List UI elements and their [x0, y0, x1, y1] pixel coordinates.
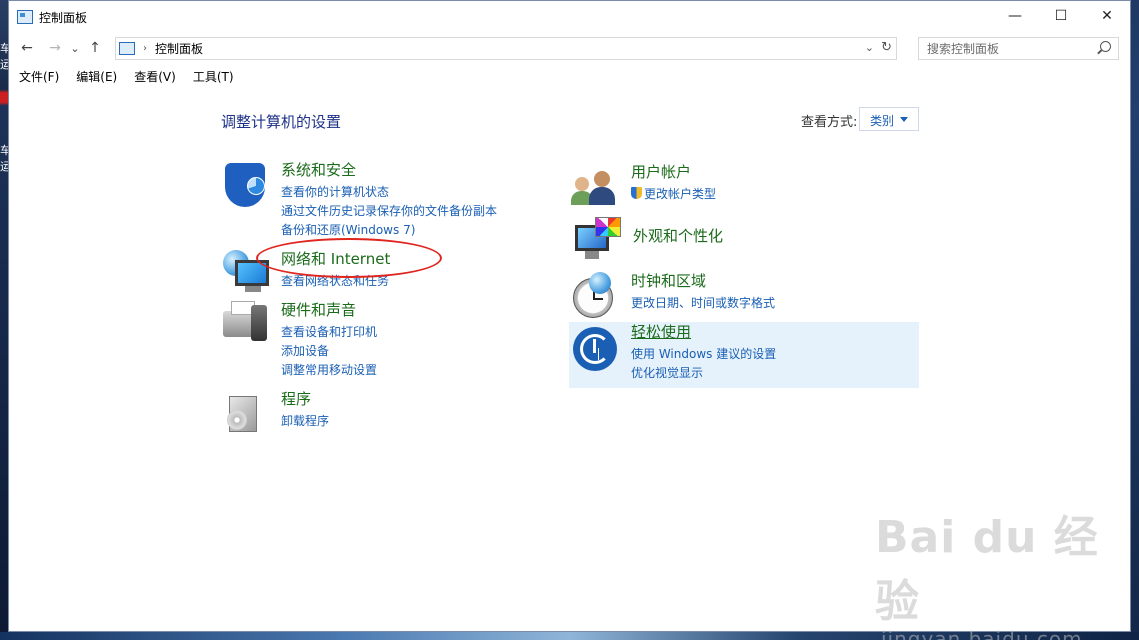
- link-file-history[interactable]: 通过文件历史记录保存你的文件备份副本: [281, 202, 497, 221]
- category-user-accounts: 用户帐户 更改帐户类型: [571, 163, 716, 213]
- minimize-button[interactable]: —: [992, 1, 1038, 31]
- category-title[interactable]: 轻松使用: [631, 323, 776, 342]
- clock-icon[interactable]: [571, 272, 621, 322]
- link-recommended-settings[interactable]: 使用 Windows 建议的设置: [631, 345, 776, 364]
- view-by-dropdown[interactable]: 类别: [859, 107, 919, 131]
- address-bar[interactable]: › 控制面板 ⌄ ↻: [115, 37, 897, 60]
- annotation-ellipse: [256, 238, 442, 278]
- link-mobility-settings[interactable]: 调整常用移动设置: [281, 361, 377, 380]
- programs-icon[interactable]: [221, 390, 271, 440]
- menu-view[interactable]: 查看(V): [134, 68, 176, 85]
- window-title: 控制面板: [39, 10, 88, 25]
- category-title[interactable]: 外观和个性化: [633, 227, 723, 246]
- category-ease-of-access: 轻松使用 使用 Windows 建议的设置 优化视觉显示: [571, 323, 776, 383]
- menu-tools[interactable]: 工具(T): [193, 68, 234, 85]
- watermark-brand: Bai du 经验: [875, 512, 1099, 627]
- control-panel-icon: [119, 42, 135, 55]
- watermark-url: jingyan.baidu.com: [881, 627, 1083, 640]
- recent-locations-button[interactable]: ⌄: [65, 42, 85, 55]
- baidu-watermark: Bai du 经验 jingyan.baidu.com: [875, 501, 1130, 640]
- category-title[interactable]: 程序: [281, 390, 329, 409]
- control-panel-window: 控制面板 — ☐ ✕ ← → ⌄ ↑ › 控制面板 ⌄ ↻ 文件(F) 编辑(E…: [8, 0, 1131, 640]
- link-date-time-format[interactable]: 更改日期、时间或数字格式: [631, 294, 775, 313]
- close-button[interactable]: ✕: [1084, 1, 1130, 31]
- search-box[interactable]: [918, 37, 1119, 60]
- link-optimize-display[interactable]: 优化视觉显示: [631, 364, 776, 383]
- back-button[interactable]: ←: [17, 40, 37, 56]
- category-title[interactable]: 用户帐户: [631, 163, 716, 182]
- address-dropdown-icon[interactable]: ⌄: [865, 41, 874, 54]
- page-title: 调整计算机的设置: [221, 113, 342, 131]
- category-clock-region: 时钟和区域 更改日期、时间或数字格式: [571, 272, 775, 322]
- search-icon[interactable]: [1100, 41, 1111, 52]
- refresh-icon[interactable]: ↻: [881, 40, 892, 55]
- menu-bar: 文件(F) 编辑(E) 查看(V) 工具(T): [9, 63, 1130, 89]
- ease-of-access-icon[interactable]: [571, 323, 621, 373]
- category-title[interactable]: 硬件和声音: [281, 301, 377, 320]
- uac-shield-icon: [631, 187, 642, 199]
- link-backup-restore[interactable]: 备份和还原(Windows 7): [281, 221, 497, 240]
- link-view-computer-status[interactable]: 查看你的计算机状态: [281, 183, 497, 202]
- category-appearance: 外观和个性化: [573, 217, 723, 267]
- window-controls: — ☐ ✕: [992, 1, 1130, 31]
- search-input[interactable]: [927, 41, 1097, 56]
- link-change-account-type[interactable]: 更改帐户类型: [631, 185, 716, 204]
- breadcrumb-separator-icon[interactable]: ›: [143, 43, 147, 54]
- shield-icon[interactable]: [221, 161, 271, 211]
- appearance-icon[interactable]: [573, 217, 623, 267]
- up-button[interactable]: ↑: [85, 40, 105, 56]
- category-programs: 程序 卸载程序: [221, 390, 329, 440]
- link-uninstall-program[interactable]: 卸载程序: [281, 412, 329, 431]
- forward-button[interactable]: →: [45, 40, 65, 56]
- menu-edit[interactable]: 编辑(E): [76, 68, 117, 85]
- title-bar: 控制面板 — ☐ ✕: [9, 1, 1130, 33]
- printer-icon[interactable]: [221, 301, 271, 351]
- address-row: ← → ⌄ ↑ › 控制面板 ⌄ ↻: [9, 33, 1130, 63]
- view-by-label: 查看方式:: [801, 115, 858, 130]
- category-hardware-sound: 硬件和声音 查看设备和打印机 添加设备 调整常用移动设置: [221, 301, 377, 380]
- category-system-security: 系统和安全 查看你的计算机状态 通过文件历史记录保存你的文件备份副本 备份和还原…: [221, 161, 497, 240]
- breadcrumb-control-panel[interactable]: 控制面板: [155, 40, 203, 57]
- link-add-device[interactable]: 添加设备: [281, 342, 377, 361]
- menu-file[interactable]: 文件(F): [19, 68, 59, 85]
- category-title[interactable]: 时钟和区域: [631, 272, 775, 291]
- category-title[interactable]: 系统和安全: [281, 161, 497, 180]
- link-devices-printers[interactable]: 查看设备和打印机: [281, 323, 377, 342]
- control-panel-icon: [17, 10, 33, 24]
- maximize-button[interactable]: ☐: [1038, 1, 1084, 31]
- users-icon[interactable]: [571, 163, 621, 213]
